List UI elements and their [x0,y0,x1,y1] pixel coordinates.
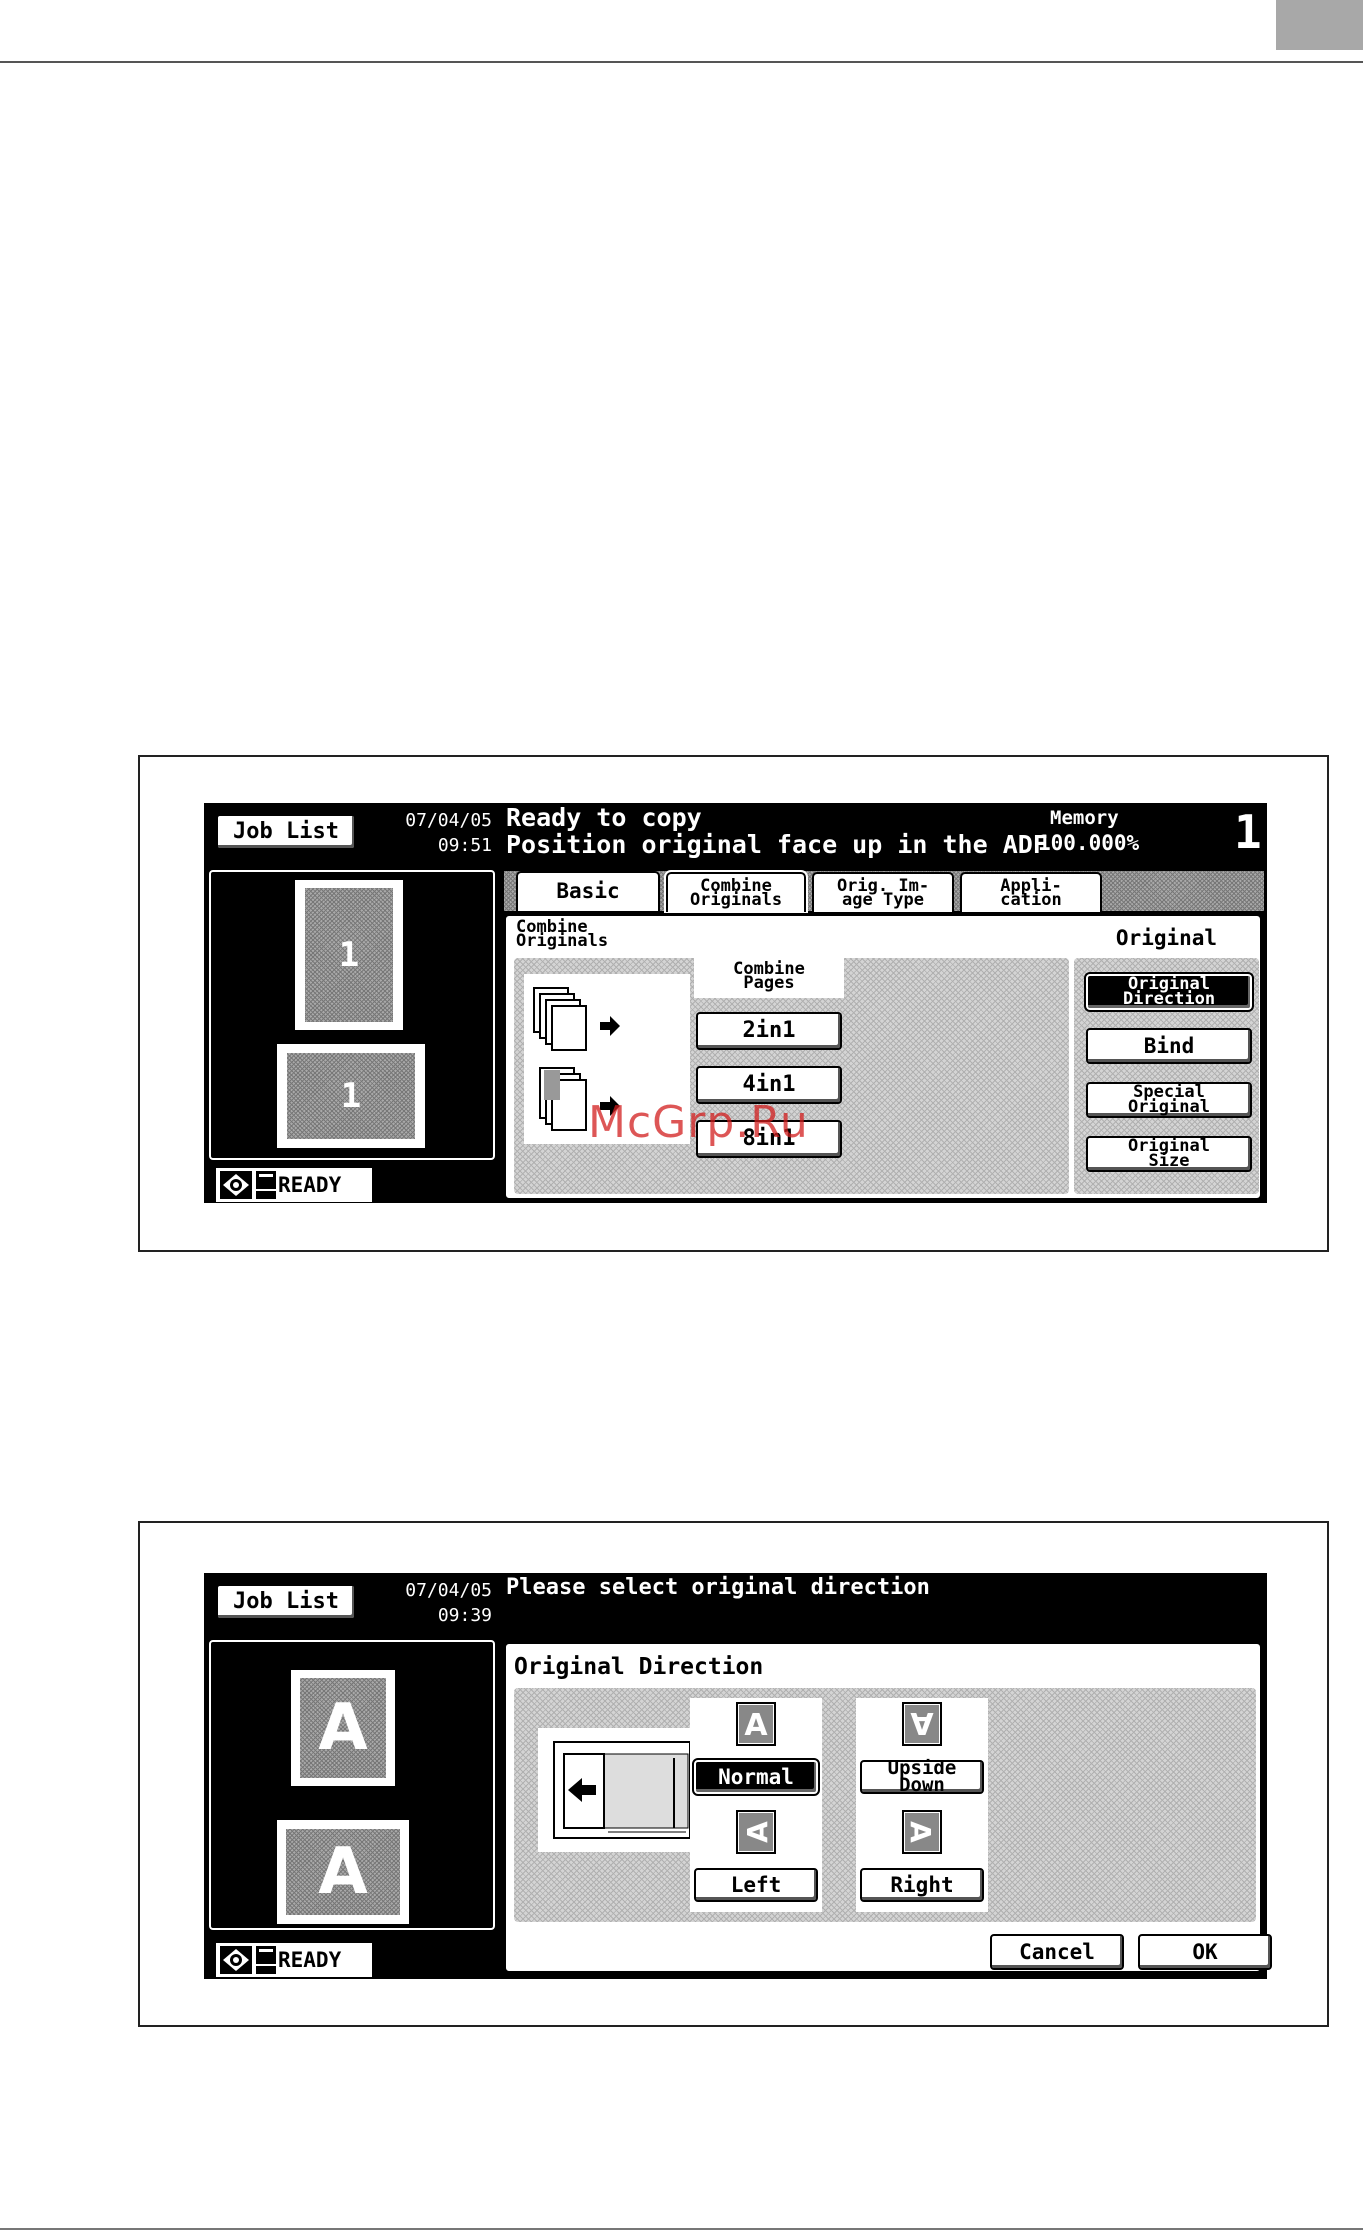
special-original-button[interactable]: Special Original [1086,1082,1252,1118]
original-size-button[interactable]: Original Size [1086,1136,1252,1172]
status-message-line1: Ready to copy [506,803,702,832]
preview-portrait-page: A [291,1670,395,1786]
status-message-line2: Position original face up in the ADF [506,830,1048,859]
printer-icon [256,1171,276,1199]
ok-button[interactable]: OK [1138,1934,1272,1970]
letter-a-left-icon: A [736,1810,776,1854]
tab-application-label: Appli- cation [1000,875,1062,910]
direction-option-normal: A Normal [690,1698,822,1806]
tab-basic[interactable]: Basic [516,871,660,911]
job-list-button[interactable]: Job List [216,814,356,850]
direction-options-area: A Normal A Upside Down A Left A Right [514,1688,1256,1922]
combine-pages-label: Combine Pages [694,958,844,998]
preview-letter: A [318,1835,368,1909]
original-direction-button[interactable]: Original Direction [1084,972,1254,1012]
memory-value: 100.000% [1038,831,1140,855]
preview-landscape-page: A [277,1820,409,1924]
tab-orig-image-type[interactable]: Orig. Im- age Type [812,872,954,912]
date-display: 07/04/05 [405,1580,492,1601]
ready-status-text: READY [278,1173,342,1197]
combine-options-area: Combine Pages 2in1 4in1 8in1 [514,958,1069,1194]
preview-landscape-page: 1 [277,1044,425,1148]
header-rule [0,61,1363,63]
preview-letter: A [318,1691,368,1765]
tab-application[interactable]: Appli- cation [960,872,1102,912]
preview-landscape-image: A [286,1829,400,1915]
preview-page-number: 1 [338,935,360,975]
figure-frame-2: Job List 07/04/05 09:39 Please select or… [138,1521,1329,2027]
right-button[interactable]: Right [860,1868,984,1902]
preview-landscape-image: 1 [287,1053,415,1139]
time-display: 09:39 [437,1605,492,1626]
control-panel-screen-direction: Job List 07/04/05 09:39 Please select or… [204,1573,1272,1979]
direction-option-right: A Right [856,1806,988,1912]
original-heading: Original [1115,926,1218,950]
direction-option-left: A Left [690,1806,822,1912]
letter-a-right-icon: A [902,1810,942,1854]
time-display: 09:51 [437,835,492,856]
dialog-title: Original Direction [514,1654,764,1680]
upside-down-button[interactable]: Upside Down [860,1758,984,1795]
svg-text:A: A [741,1821,773,1843]
printer-icon [256,1946,276,1974]
letter-a-normal-icon: A [736,1702,776,1746]
tab-orig-image-type-label: Orig. Im- age Type [836,875,930,910]
normal-button[interactable]: Normal [692,1758,820,1796]
preview-portrait-page: 1 [295,880,403,1030]
combine-originals-heading: Combine Originals [516,917,609,952]
cancel-button[interactable]: Cancel [990,1934,1124,1970]
tab-basic-label: Basic [556,879,620,904]
combine-2in1-button[interactable]: 2in1 [696,1012,842,1050]
watermark: McGrp.Ru [588,1097,809,1148]
adf-feed-direction-icon [553,1741,691,1839]
machine-status-icon [220,1946,252,1974]
tab-combine-originals-label: Combine Originals [689,875,783,910]
copy-count: 1 [1234,805,1262,859]
page-corner-tab [1276,0,1363,50]
svg-text:A: A [905,1821,937,1843]
preview-area: A A [209,1640,495,1930]
job-list-button[interactable]: Job List [216,1584,356,1620]
original-options-area: Original Direction Bind Special Original… [1074,958,1259,1194]
footer-rule [0,2228,1363,2230]
combine-content-panel: Combine Originals Combine Pages 2in1 4in… [503,913,1263,1201]
adf-illustration [538,1728,698,1852]
status-indicator: READY [216,1943,372,1977]
letter-a-upside-down-icon: A [902,1702,942,1746]
status-message: Please select original direction [506,1575,930,1600]
preview-page-number: 1 [340,1076,362,1116]
bind-button[interactable]: Bind [1086,1028,1252,1064]
date-display: 07/04/05 [405,810,492,831]
preview-portrait-image: A [300,1678,386,1778]
svg-text:A: A [910,1705,934,1740]
preview-area: 1 1 [209,870,495,1160]
original-direction-dialog: Original Direction A Normal A Upside Dow… [503,1641,1272,1974]
left-button[interactable]: Left [694,1868,818,1902]
figure-frame-1: Job List 07/04/05 09:51 Ready to copy Po… [138,755,1329,1252]
ready-status-text: READY [278,1948,342,1972]
direction-option-upside-down: A Upside Down [856,1698,988,1806]
machine-status-icon [220,1171,252,1199]
status-indicator: READY [216,1168,372,1202]
svg-text:A: A [744,1708,768,1743]
preview-portrait-image: 1 [305,888,393,1022]
memory-label: Memory [1050,807,1119,829]
tab-combine-originals[interactable]: Combine Originals [664,870,808,914]
